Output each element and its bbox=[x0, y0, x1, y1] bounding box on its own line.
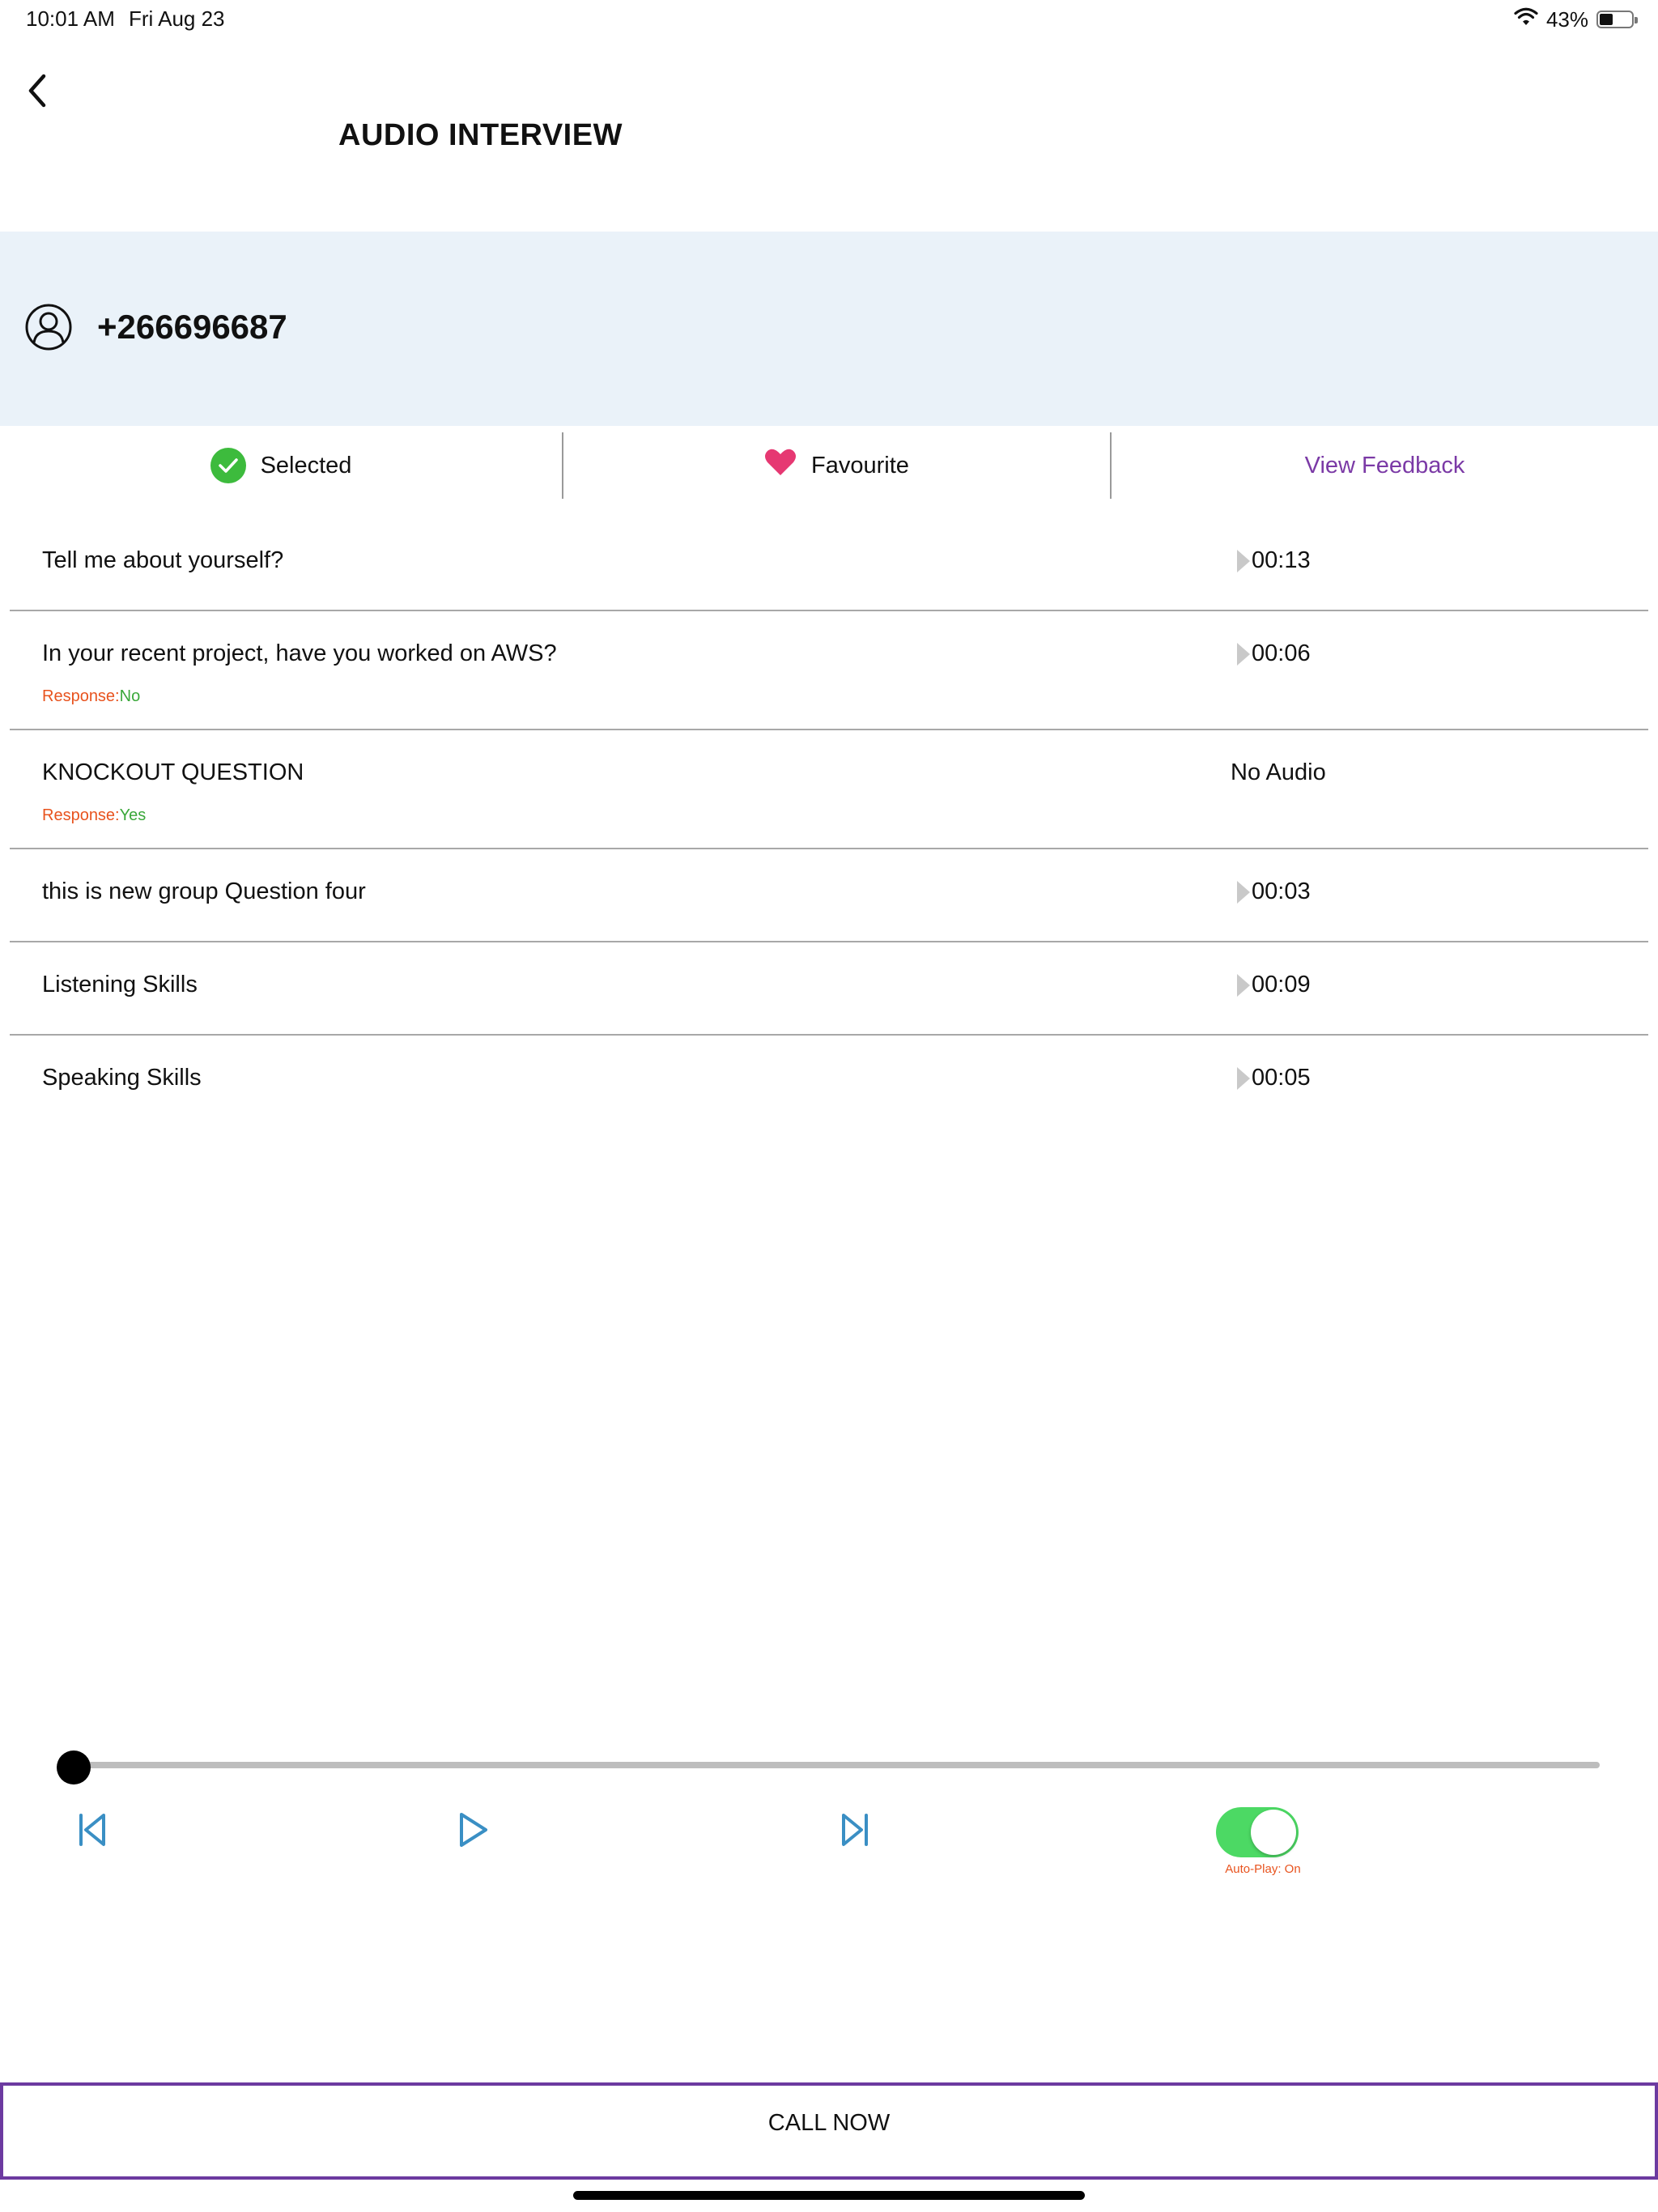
question-row[interactable]: In your recent project, have you worked … bbox=[10, 611, 1648, 730]
battery-fill bbox=[1600, 14, 1613, 25]
question-text: Listening Skills bbox=[42, 972, 198, 998]
audio-duration[interactable]: 00:09 bbox=[1237, 972, 1311, 998]
home-indicator bbox=[573, 2191, 1085, 2200]
play-button[interactable] bbox=[449, 1807, 497, 1856]
next-button[interactable] bbox=[831, 1807, 879, 1856]
no-audio-text: No Audio bbox=[1231, 759, 1326, 785]
page-title: AUDIO INTERVIEW bbox=[338, 118, 623, 152]
audio-duration[interactable]: 00:13 bbox=[1237, 547, 1311, 574]
autoplay-toggle[interactable] bbox=[1216, 1807, 1299, 1857]
response-value: No bbox=[119, 687, 141, 705]
duration-text: 00:05 bbox=[1252, 1065, 1311, 1091]
question-row[interactable]: this is new group Question four 00:03 bbox=[10, 849, 1648, 942]
question-list: Tell me about yourself? 00:13 In your re… bbox=[10, 518, 1648, 1129]
candidate-phone: +266696687 bbox=[97, 308, 287, 346]
heart-icon bbox=[764, 448, 797, 483]
play-icon bbox=[455, 1810, 491, 1853]
question-response: Response:No bbox=[42, 687, 140, 706]
question-text: KNOCKOUT QUESTION bbox=[42, 759, 304, 785]
question-row[interactable]: Speaking Skills 00:05 bbox=[10, 1036, 1648, 1129]
selected-button[interactable]: Selected bbox=[0, 432, 563, 499]
duration-text: 00:09 bbox=[1252, 972, 1311, 998]
chevron-left-icon bbox=[23, 71, 52, 114]
favourite-label: Favourite bbox=[811, 452, 909, 479]
play-icon bbox=[1237, 549, 1250, 572]
battery-percent: 43% bbox=[1545, 6, 1588, 32]
wifi-icon bbox=[1514, 7, 1538, 32]
toggle-knob bbox=[1251, 1810, 1296, 1855]
battery-nub bbox=[1635, 17, 1638, 23]
question-row[interactable]: Listening Skills 00:09 bbox=[10, 942, 1648, 1036]
question-row[interactable]: KNOCKOUT QUESTION Response:Yes No Audio bbox=[10, 730, 1648, 849]
battery-icon bbox=[1596, 11, 1638, 28]
play-icon bbox=[1237, 880, 1250, 904]
view-feedback-label: View Feedback bbox=[1304, 452, 1465, 479]
favourite-button[interactable]: Favourite bbox=[563, 432, 1112, 499]
status-bar: 10:01 AM Fri Aug 23 43% bbox=[0, 0, 1658, 39]
check-circle-icon bbox=[210, 448, 246, 483]
skip-previous-icon bbox=[74, 1810, 110, 1853]
question-text: Speaking Skills bbox=[42, 1065, 202, 1091]
play-icon bbox=[1237, 642, 1250, 666]
question-text: Tell me about yourself? bbox=[42, 547, 284, 573]
play-icon bbox=[1237, 1066, 1250, 1090]
autoplay-label: Auto-Play: On bbox=[1225, 1862, 1301, 1876]
status-indicators: 43% bbox=[1514, 6, 1638, 32]
duration-text: 00:06 bbox=[1252, 640, 1311, 666]
user-icon bbox=[24, 303, 73, 351]
candidate-banner: +266696687 bbox=[0, 232, 1658, 426]
audio-duration[interactable]: 00:06 bbox=[1237, 640, 1311, 667]
question-response: Response:Yes bbox=[42, 806, 146, 825]
response-label: Response: bbox=[42, 806, 120, 824]
question-text: this is new group Question four bbox=[42, 878, 366, 904]
status-time: 10:01 AM bbox=[26, 6, 115, 31]
action-bar: Selected Favourite View Feedback bbox=[0, 432, 1658, 499]
audio-duration[interactable]: 00:03 bbox=[1237, 878, 1311, 905]
back-button[interactable] bbox=[15, 70, 60, 115]
previous-button[interactable] bbox=[68, 1807, 117, 1856]
response-label: Response: bbox=[42, 687, 120, 705]
response-value: Yes bbox=[119, 806, 147, 824]
skip-next-icon bbox=[837, 1810, 873, 1853]
duration-text: 00:13 bbox=[1252, 547, 1311, 573]
selected-label: Selected bbox=[260, 452, 352, 479]
view-feedback-link[interactable]: View Feedback bbox=[1112, 432, 1658, 499]
call-now-label: CALL NOW bbox=[767, 2110, 891, 2136]
call-now-button[interactable]: CALL NOW bbox=[0, 2082, 1658, 2180]
seek-thumb[interactable] bbox=[57, 1750, 91, 1784]
question-text: In your recent project, have you worked … bbox=[42, 640, 557, 666]
audio-duration[interactable]: 00:05 bbox=[1237, 1065, 1311, 1091]
question-row[interactable]: Tell me about yourself? 00:13 bbox=[10, 518, 1648, 611]
play-icon bbox=[1237, 973, 1250, 997]
duration-text: 00:03 bbox=[1252, 878, 1311, 904]
seek-bar[interactable] bbox=[73, 1762, 1600, 1768]
status-date: Fri Aug 23 bbox=[129, 6, 225, 31]
